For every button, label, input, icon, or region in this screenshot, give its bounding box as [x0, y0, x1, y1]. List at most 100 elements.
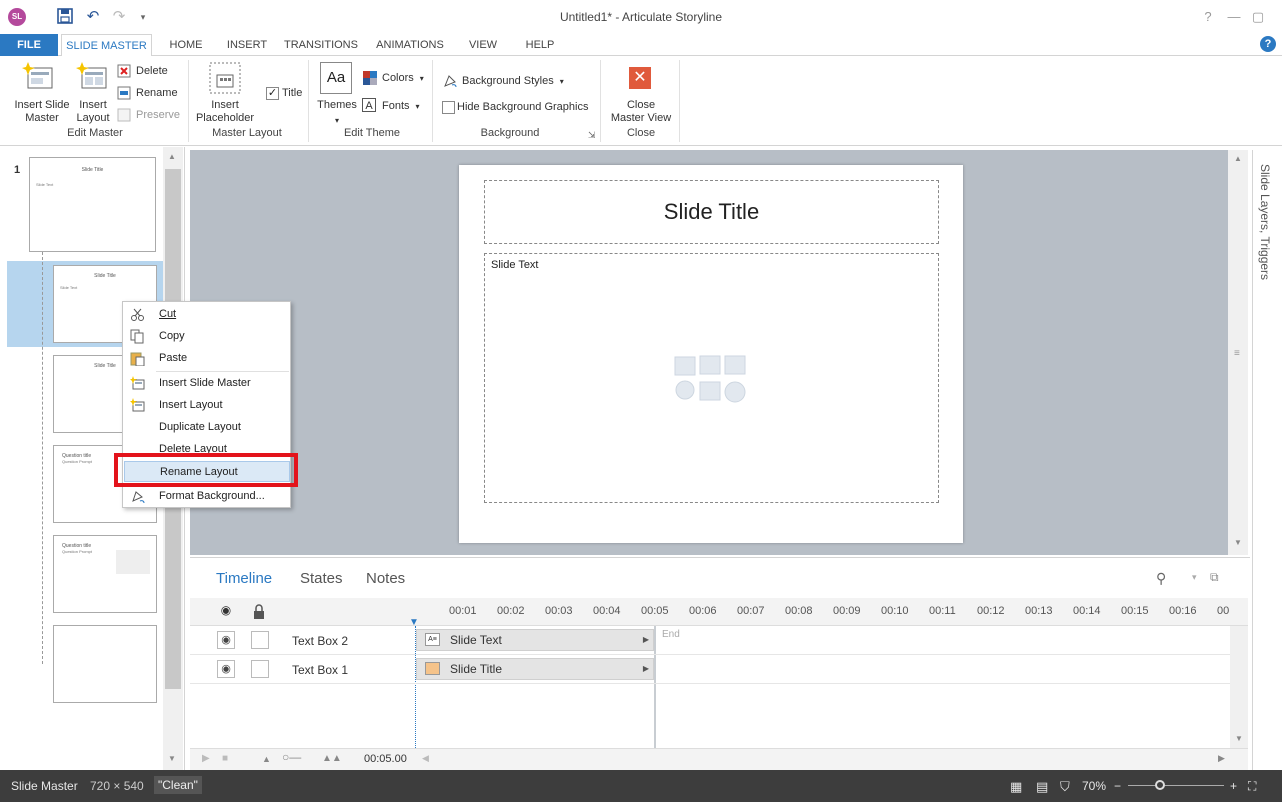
tab-timeline[interactable]: Timeline: [216, 570, 272, 587]
zoom-out-icon[interactable]: −: [1114, 779, 1121, 793]
tab-slide-master[interactable]: SLIDE MASTER: [61, 34, 152, 57]
visibility-toggle-icon[interactable]: ◉: [217, 631, 235, 649]
insert-placeholder-button[interactable]: Insert Placeholder: [190, 99, 260, 125]
slide-layers-triggers-panel[interactable]: Slide Layers, Triggers: [1252, 150, 1280, 770]
scroll-down-icon[interactable]: ▼: [168, 754, 176, 763]
insert-layout-button[interactable]: Insert Layout: [72, 99, 114, 125]
scroll-up-icon[interactable]: ▲: [1234, 154, 1242, 163]
title-placeholder[interactable]: Slide Title: [484, 180, 939, 244]
object-name[interactable]: Text Box 1: [292, 663, 348, 677]
tab-file[interactable]: FILE: [0, 34, 58, 56]
scroll-down-icon[interactable]: ▼: [1235, 734, 1243, 743]
scroll-right-icon[interactable]: ▶: [1218, 753, 1225, 764]
rename-button[interactable]: Rename: [116, 84, 178, 102]
story-view-icon[interactable]: ▤: [1036, 779, 1048, 795]
time-tick: 00:09: [833, 605, 861, 617]
normal-view-icon[interactable]: ▦: [1010, 779, 1022, 795]
menu-item-duplicate-layout[interactable]: Duplicate Layout: [124, 417, 290, 438]
scroll-down-icon[interactable]: ▼: [1234, 538, 1242, 547]
timeline-popout-icon[interactable]: ⧉: [1210, 570, 1219, 585]
insert-placeholder-icon[interactable]: [209, 62, 241, 94]
themes-icon[interactable]: Aa: [320, 62, 352, 94]
lock-toggle[interactable]: [251, 631, 269, 649]
time-tick: 00:03: [545, 605, 573, 617]
status-bar: Slide Master 720 × 540 "Clean" ▦ ▤ ⛉ 70%…: [0, 770, 1282, 802]
tab-transitions[interactable]: TRANSITIONS: [280, 34, 362, 56]
layout-thumbnail[interactable]: [53, 625, 157, 703]
close-master-view-button[interactable]: Close Master View: [604, 99, 678, 125]
menu-separator: [156, 371, 289, 372]
slide-stage[interactable]: Slide Title Slide Text: [459, 165, 963, 543]
visibility-column-icon[interactable]: ◉: [217, 603, 235, 621]
object-name[interactable]: Text Box 2: [292, 634, 348, 648]
minimize-icon[interactable]: —: [1224, 8, 1244, 26]
insert-slide-master-button[interactable]: Insert Slide Master: [10, 99, 74, 125]
timeline-bar[interactable]: Slide Title ▶: [416, 658, 654, 680]
stop-icon[interactable]: ■: [222, 753, 228, 764]
timeline-footer: ▶ ■ ▲ ○— ▲▲ 00:05.00 ◀ ▶: [190, 748, 1248, 770]
media-placeholder-icon: [116, 550, 150, 574]
menu-item-paste[interactable]: Paste: [124, 348, 290, 369]
zoom-in-timeline-icon[interactable]: ▲▲: [322, 753, 342, 764]
timeline-bar[interactable]: A≡ Slide Text ▶: [416, 629, 654, 651]
lock-column-icon[interactable]: [251, 604, 267, 620]
play-icon[interactable]: ▶: [202, 753, 210, 764]
tab-states[interactable]: States: [300, 570, 343, 587]
title-checkbox[interactable]: ✓: [266, 87, 279, 100]
timeline-scrollbar[interactable]: ▼: [1230, 626, 1248, 748]
bar-expand-icon[interactable]: ▶: [643, 659, 649, 679]
themes-button[interactable]: Themes: [314, 99, 360, 112]
lock-toggle[interactable]: [251, 660, 269, 678]
tab-view[interactable]: VIEW: [462, 34, 504, 56]
theme-name-label[interactable]: "Clean": [154, 776, 202, 794]
bar-expand-icon[interactable]: ▶: [643, 630, 649, 650]
scroll-left-icon[interactable]: ◀: [422, 753, 429, 764]
scroll-up-icon[interactable]: ▲: [168, 152, 176, 161]
delete-button[interactable]: Delete: [116, 62, 168, 80]
timeline-zoom-slider[interactable]: ○—: [282, 750, 301, 764]
colors-button[interactable]: Colors ▾: [362, 69, 424, 87]
zoom-in-icon[interactable]: +: [1230, 779, 1237, 793]
visibility-toggle-icon[interactable]: ◉: [217, 660, 235, 678]
fonts-button[interactable]: A Fonts ▾: [362, 97, 420, 115]
tab-notes[interactable]: Notes: [366, 570, 405, 587]
canvas-scrollbar[interactable]: ▲ ≡ ▼: [1228, 150, 1248, 555]
timeline-row[interactable]: ◉ Text Box 1 Slide Title ▶: [190, 655, 1230, 684]
tab-help[interactable]: HELP: [518, 34, 562, 56]
preserve-button[interactable]: Preserve: [116, 106, 180, 124]
slide-master-thumbnail[interactable]: Slide Title Slide Text: [29, 157, 156, 252]
layout-thumbnail[interactable]: Question title Question Prompt: [53, 535, 157, 613]
restore-icon[interactable]: ▢: [1248, 8, 1268, 26]
tab-animations[interactable]: ANIMATIONS: [370, 34, 450, 56]
insert-slide-master-icon[interactable]: [22, 62, 56, 94]
tab-home[interactable]: HOME: [160, 34, 212, 56]
menu-item-insert-slide-master[interactable]: Insert Slide Master: [124, 373, 290, 394]
fit-to-window-icon[interactable]: ⛶: [1248, 779, 1256, 794]
timeline-dropdown-icon[interactable]: ▾: [1192, 572, 1197, 583]
preview-icon[interactable]: ⛉: [1060, 779, 1070, 795]
help-icon[interactable]: ?: [1260, 36, 1276, 52]
menu-item-cut[interactable]: Cut: [124, 304, 290, 325]
help-window-icon[interactable]: ?: [1198, 8, 1218, 26]
timeline-row[interactable]: ◉ Text Box 2 A≡ Slide Text ▶: [190, 626, 1230, 655]
format-background-icon: [130, 489, 145, 504]
insert-layout-icon[interactable]: [76, 62, 110, 94]
timeline-settings-icon[interactable]: ⚲: [1156, 570, 1166, 587]
zoom-out-timeline-icon[interactable]: ▲: [262, 754, 271, 764]
menu-item-insert-layout[interactable]: Insert Layout: [124, 395, 290, 416]
group-separator: [188, 60, 189, 142]
themes-dropdown-icon[interactable]: ▾: [330, 114, 344, 127]
hide-background-graphics-checkbox[interactable]: [442, 101, 455, 114]
scroll-grip-icon[interactable]: ≡: [1234, 348, 1240, 359]
background-styles-button[interactable]: Background Styles ▾: [442, 72, 564, 90]
zoom-slider-knob[interactable]: [1155, 780, 1165, 790]
text-placeholder[interactable]: Slide Text: [484, 253, 939, 503]
tab-insert[interactable]: INSERT: [222, 34, 272, 56]
close-master-view-icon[interactable]: ✕: [629, 67, 651, 89]
close-group-label: Close: [626, 127, 656, 139]
menu-item-copy[interactable]: Copy: [124, 326, 290, 347]
menu-item-format-background[interactable]: Format Background...: [124, 486, 290, 507]
zoom-slider-track[interactable]: [1128, 785, 1224, 786]
group-separator: [432, 60, 433, 142]
background-dialog-launcher-icon[interactable]: ⇲: [588, 130, 596, 141]
